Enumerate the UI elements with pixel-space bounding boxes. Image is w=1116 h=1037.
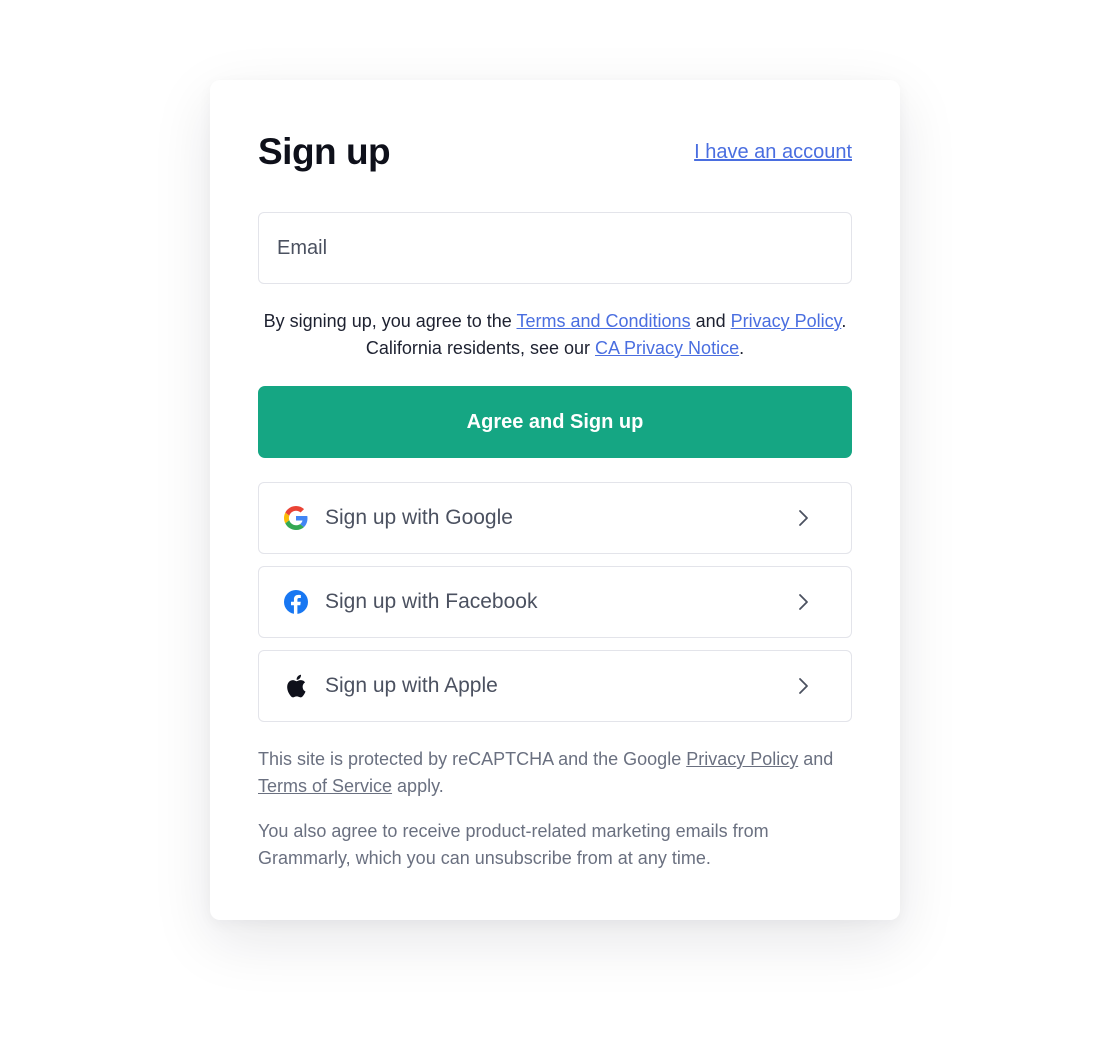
privacy-policy-link[interactable]: Privacy Policy — [731, 311, 842, 331]
chevron-right-icon — [799, 594, 808, 610]
google-terms-of-service-link[interactable]: Terms of Service — [258, 776, 392, 796]
recaptcha-notice: This site is protected by reCAPTCHA and … — [258, 746, 852, 800]
google-button-label: Sign up with Google — [325, 506, 513, 529]
google-privacy-policy-link[interactable]: Privacy Policy — [686, 749, 798, 769]
apple-icon — [283, 673, 309, 699]
google-icon — [283, 505, 309, 531]
sign-up-with-apple-button[interactable]: Sign up with Apple — [258, 650, 852, 722]
sign-up-with-google-button[interactable]: Sign up with Google — [258, 482, 852, 554]
terms-and: and — [690, 311, 731, 331]
agree-and-sign-up-button[interactable]: Agree and Sign up — [258, 386, 852, 458]
signup-card: Sign up I have an account By signing up,… — [210, 80, 900, 920]
marketing-notice: You also agree to receive product-relate… — [258, 821, 769, 868]
terms-and-conditions-link[interactable]: Terms and Conditions — [516, 311, 690, 331]
terms-suffix: . — [739, 338, 745, 358]
apple-button-label: Sign up with Apple — [325, 674, 498, 697]
facebook-icon — [283, 589, 309, 615]
email-input[interactable] — [258, 212, 852, 284]
page-title: Sign up — [258, 131, 391, 172]
recaptcha-middle: and — [798, 749, 834, 769]
facebook-button-label: Sign up with Facebook — [325, 590, 538, 613]
terms-prefix: By signing up, you agree to the — [263, 311, 517, 331]
sign-up-with-facebook-button[interactable]: Sign up with Facebook — [258, 566, 852, 638]
ca-privacy-notice-link[interactable]: CA Privacy Notice — [595, 338, 739, 358]
recaptcha-suffix: apply. — [392, 776, 444, 796]
recaptcha-prefix: This site is protected by reCAPTCHA and … — [258, 749, 687, 769]
card-header: Sign up I have an account — [258, 130, 852, 174]
chevron-right-icon — [799, 510, 808, 526]
have-account-link[interactable]: I have an account — [694, 141, 852, 164]
terms-notice: By signing up, you agree to the Terms an… — [258, 308, 852, 362]
chevron-right-icon — [799, 678, 808, 694]
